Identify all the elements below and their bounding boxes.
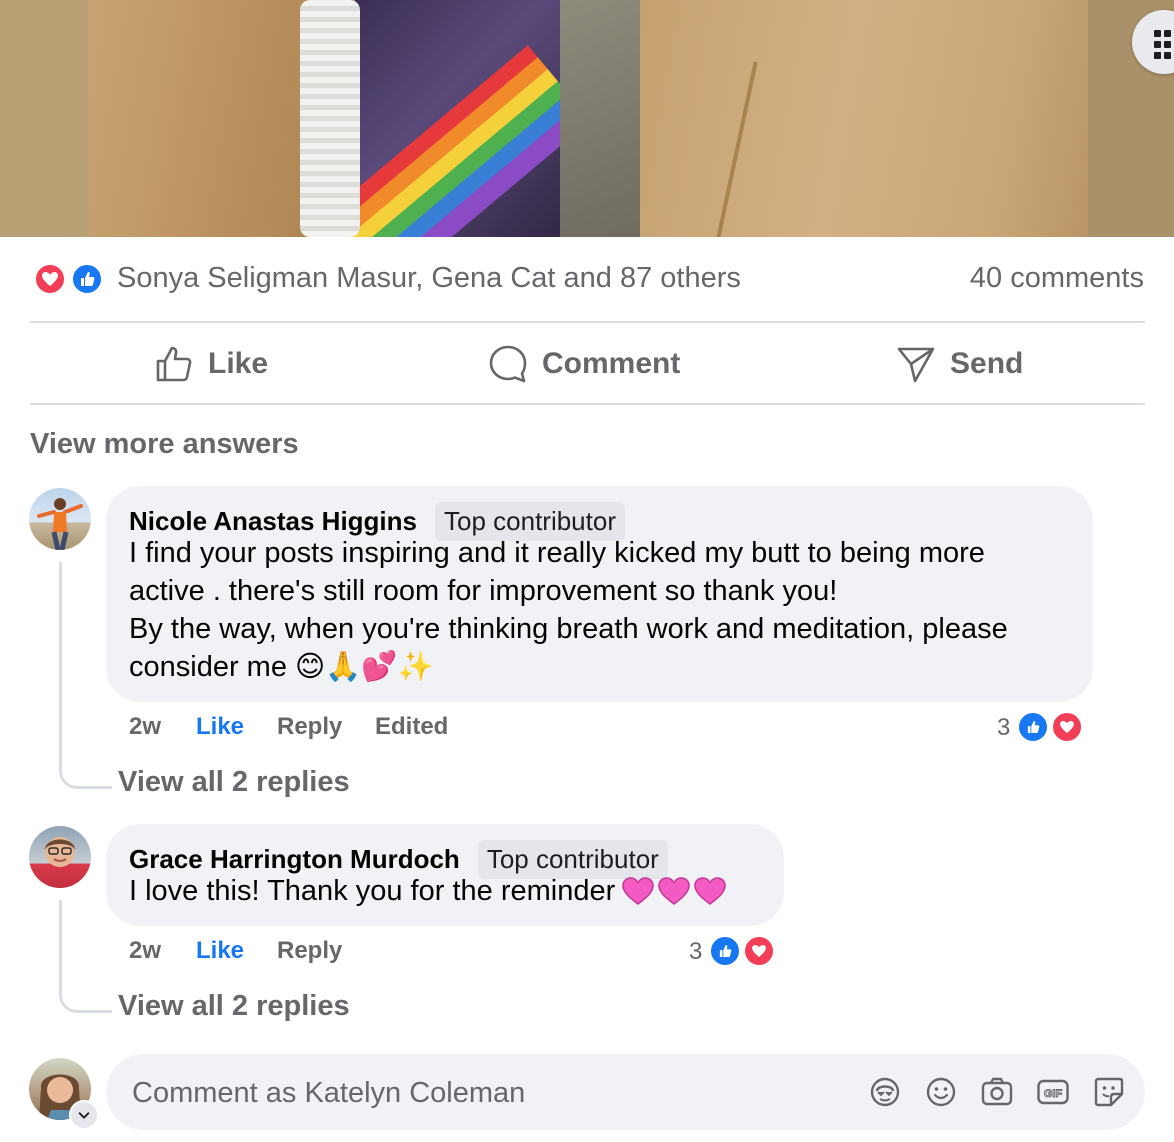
comment-bubble: Nicole Anastas Higgins Top contributor I… — [106, 486, 1093, 702]
avatar[interactable] — [29, 826, 91, 888]
pink-hearts-emoji — [621, 876, 727, 906]
comment-text: I love this! Thank you for the reminder — [129, 872, 727, 910]
love-reaction-icon — [742, 934, 776, 968]
comment-time[interactable]: 2w — [129, 713, 161, 741]
edited-label[interactable]: Edited — [375, 713, 448, 741]
thread-line — [59, 900, 62, 986]
profile-switch-button[interactable] — [69, 1100, 99, 1130]
comment-text: I find your posts inspiring and it reall… — [129, 537, 1008, 683]
comment-icon — [489, 345, 527, 383]
send-label: Send — [950, 347, 1024, 380]
reactions-summary[interactable]: Sonya Seligman Masur, Gena Cat and 87 ot… — [117, 262, 741, 295]
view-replies-link[interactable]: View all 2 replies — [118, 766, 350, 799]
view-more-answers-link[interactable]: View more answers — [30, 428, 299, 461]
view-replies-link[interactable]: View all 2 replies — [118, 990, 350, 1023]
comment-reaction-count[interactable]: 3 — [997, 714, 1010, 742]
comment-input[interactable] — [130, 1054, 834, 1132]
chevron-down-icon — [78, 1112, 90, 1119]
thread-line — [59, 562, 62, 762]
avatar-sticker-icon[interactable] — [868, 1075, 902, 1109]
comment-button[interactable]: Comment — [488, 340, 680, 388]
like-reaction-icon — [1016, 710, 1050, 744]
love-reaction-icon[interactable] — [33, 262, 67, 296]
avatar-grace — [45, 837, 75, 867]
comment-reply-button[interactable]: Reply — [277, 713, 342, 741]
like-label: Like — [208, 347, 269, 380]
post-photo[interactable] — [0, 0, 1174, 237]
send-icon — [897, 347, 935, 383]
like-button[interactable]: Like — [154, 340, 268, 388]
camera-icon[interactable] — [980, 1075, 1014, 1109]
comment-time[interactable]: 2w — [129, 937, 161, 965]
comment-author[interactable]: Grace Harrington Murdoch — [129, 844, 460, 875]
comments-count[interactable]: 40 comments — [970, 262, 1144, 295]
divider — [30, 321, 1145, 323]
comment-reply-button[interactable]: Reply — [277, 937, 342, 965]
comment-author[interactable]: Nicole Anastas Higgins — [129, 506, 417, 537]
comment-reaction-count[interactable]: 3 — [689, 938, 702, 966]
svg-text:GIF: GIF — [1044, 1088, 1063, 1100]
divider — [30, 403, 1145, 405]
thumbs-up-icon — [156, 346, 192, 382]
comment-bubble: Grace Harrington Murdoch Top contributor… — [106, 824, 784, 926]
comment-label: Comment — [542, 347, 681, 380]
send-button[interactable]: Send — [896, 340, 1023, 388]
thread-connector — [59, 760, 112, 789]
grid-icon — [1154, 30, 1174, 60]
avatar[interactable] — [29, 488, 91, 550]
thread-connector — [59, 984, 112, 1013]
love-reaction-icon — [1050, 710, 1084, 744]
comment-composer[interactable]: GIF — [106, 1054, 1145, 1132]
comment-like-button[interactable]: Like — [196, 713, 244, 741]
comment-like-button[interactable]: Like — [196, 937, 244, 965]
like-reaction-icon — [708, 934, 742, 968]
avatar-nicole — [37, 498, 83, 550]
like-reaction-icon[interactable] — [70, 262, 104, 296]
sticker-icon[interactable] — [1092, 1075, 1126, 1109]
gif-icon[interactable]: GIF — [1036, 1075, 1070, 1109]
emoji-icon[interactable] — [924, 1075, 958, 1109]
